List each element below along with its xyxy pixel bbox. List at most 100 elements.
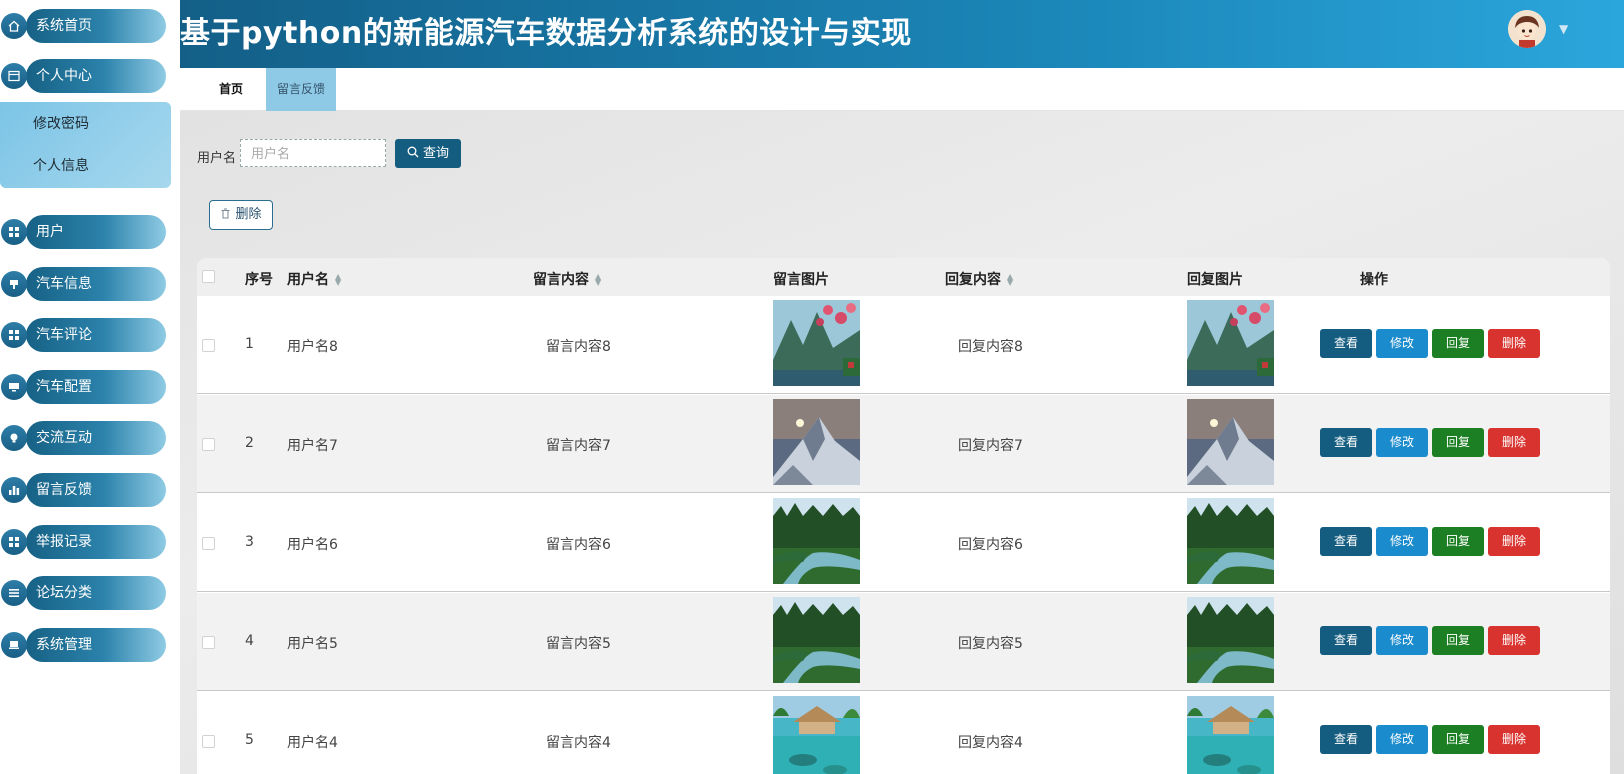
sidebar-item-label: 论坛分类 bbox=[26, 576, 166, 610]
reply-image[interactable] bbox=[1187, 300, 1274, 386]
chevron-down-icon[interactable]: ▼ bbox=[1559, 22, 1568, 36]
edit-button[interactable]: 修改 bbox=[1376, 428, 1428, 457]
row-index: 4 bbox=[245, 633, 254, 649]
bulk-delete-label: 删除 bbox=[235, 207, 262, 222]
app-header: 基于python的新能源汽车数据分析系统的设计与实现 ▼ bbox=[180, 0, 1624, 68]
feedback-table: 序号 用户名 ▲ ▼ 留言内容 ▲ ▼ 留言图片 回复内容 ▲ ▼ 回复图片 操作 1 用户名… bbox=[197, 258, 1610, 774]
profile-submenu: 修改密码 个人信息 bbox=[0, 102, 171, 188]
sidebar-item-system[interactable]: 系统管理 bbox=[0, 628, 166, 662]
sidebar-item-label: 个人中心 bbox=[26, 59, 166, 93]
search-input[interactable] bbox=[240, 139, 386, 167]
app-title: 基于python的新能源汽车数据分析系统的设计与实现 bbox=[180, 16, 912, 51]
sidebar-item-profile[interactable]: 个人中心 bbox=[0, 59, 166, 93]
row-index: 1 bbox=[245, 336, 254, 352]
grid-icon bbox=[1, 219, 27, 245]
reply-image[interactable] bbox=[1187, 597, 1274, 683]
reply-button[interactable]: 回复 bbox=[1432, 626, 1484, 655]
reply-image[interactable] bbox=[1187, 399, 1274, 485]
view-button[interactable]: 查看 bbox=[1320, 725, 1372, 754]
monitor-icon bbox=[1, 374, 27, 400]
tab-feedback[interactable]: 留言反馈 bbox=[266, 68, 336, 111]
sidebar-item-home[interactable]: 系统首页 bbox=[0, 9, 166, 43]
delete-button[interactable]: 删除 bbox=[1488, 725, 1540, 754]
reply-image[interactable] bbox=[1187, 696, 1274, 774]
home-icon bbox=[1, 13, 27, 39]
submenu-personal-info[interactable]: 个人信息 bbox=[33, 155, 89, 175]
row-checkbox[interactable] bbox=[202, 339, 215, 352]
message-image[interactable] bbox=[773, 498, 860, 584]
sort-icon[interactable]: ▲ ▼ bbox=[1007, 273, 1013, 287]
sidebar-item-users[interactable]: 用户 bbox=[0, 215, 166, 249]
tab-bar: 首页 留言反馈 bbox=[180, 68, 1624, 111]
row-index: 3 bbox=[245, 534, 254, 550]
tab-home[interactable]: 首页 bbox=[201, 68, 261, 111]
table-header: 序号 用户名 ▲ ▼ 留言内容 ▲ ▼ 留言图片 回复内容 ▲ ▼ 回复图片 操作 bbox=[197, 258, 1610, 296]
row-content: 留言内容7 bbox=[546, 438, 611, 454]
row-reply: 回复内容4 bbox=[958, 735, 1023, 751]
select-all-checkbox[interactable] bbox=[202, 270, 215, 283]
delete-button[interactable]: 删除 bbox=[1488, 527, 1540, 556]
sidebar-item-label: 交流互动 bbox=[26, 421, 166, 455]
car-info-icon bbox=[1, 271, 27, 297]
row-reply: 回复内容7 bbox=[958, 438, 1023, 454]
sidebar-item-forum-category[interactable]: 论坛分类 bbox=[0, 576, 166, 610]
header-username[interactable]: 用户名 ▲ ▼ bbox=[287, 269, 341, 289]
laptop-icon bbox=[1, 632, 27, 658]
row-checkbox[interactable] bbox=[202, 537, 215, 550]
header-content[interactable]: 留言内容 ▲ ▼ bbox=[533, 269, 601, 289]
reply-button[interactable]: 回复 bbox=[1432, 329, 1484, 358]
sidebar-item-reports[interactable]: 举报记录 bbox=[0, 525, 166, 559]
trash-icon bbox=[221, 208, 230, 219]
view-button[interactable]: 查看 bbox=[1320, 428, 1372, 457]
edit-button[interactable]: 修改 bbox=[1376, 527, 1428, 556]
sidebar-item-label: 系统首页 bbox=[26, 9, 166, 43]
avatar[interactable] bbox=[1508, 10, 1546, 48]
edit-button[interactable]: 修改 bbox=[1376, 626, 1428, 655]
row-checkbox[interactable] bbox=[202, 438, 215, 451]
search-button[interactable]: 查询 bbox=[395, 139, 461, 168]
sidebar-item-car-reviews[interactable]: 汽车评论 bbox=[0, 318, 166, 352]
bulk-delete-button[interactable]: 删除 bbox=[209, 200, 273, 230]
row-index: 5 bbox=[245, 732, 254, 748]
view-button[interactable]: 查看 bbox=[1320, 626, 1372, 655]
sidebar-item-car-config[interactable]: 汽车配置 bbox=[0, 370, 166, 404]
message-image[interactable] bbox=[773, 300, 860, 386]
sidebar: 系统首页 个人中心 修改密码 个人信息 用户 汽车信息 汽车评论 汽车配置 交流… bbox=[0, 0, 180, 774]
sidebar-item-label: 汽车评论 bbox=[26, 318, 166, 352]
sidebar-item-interaction[interactable]: 交流互动 bbox=[0, 421, 166, 455]
sidebar-item-car-info[interactable]: 汽车信息 bbox=[0, 267, 166, 301]
reply-button[interactable]: 回复 bbox=[1432, 527, 1484, 556]
delete-button[interactable]: 删除 bbox=[1488, 329, 1540, 358]
row-checkbox[interactable] bbox=[202, 735, 215, 748]
reply-button[interactable]: 回复 bbox=[1432, 428, 1484, 457]
row-checkbox[interactable] bbox=[202, 636, 215, 649]
row-username: 用户名4 bbox=[287, 735, 338, 751]
sidebar-item-label: 留言反馈 bbox=[26, 473, 166, 507]
edit-button[interactable]: 修改 bbox=[1376, 329, 1428, 358]
sidebar-item-label: 汽车信息 bbox=[26, 267, 166, 301]
delete-button[interactable]: 删除 bbox=[1488, 626, 1540, 655]
sort-icon[interactable]: ▲ ▼ bbox=[595, 273, 601, 287]
header-index: 序号 bbox=[245, 272, 273, 288]
reply-image[interactable] bbox=[1187, 498, 1274, 584]
row-username: 用户名6 bbox=[287, 537, 338, 553]
message-image[interactable] bbox=[773, 597, 860, 683]
row-content: 留言内容5 bbox=[546, 636, 611, 652]
reply-button[interactable]: 回复 bbox=[1432, 725, 1484, 754]
row-username: 用户名5 bbox=[287, 636, 338, 652]
sidebar-item-feedback[interactable]: 留言反馈 bbox=[0, 473, 166, 507]
sort-icon[interactable]: ▲ ▼ bbox=[335, 273, 341, 287]
view-button[interactable]: 查看 bbox=[1320, 329, 1372, 358]
search-icon bbox=[407, 146, 419, 158]
table-row: 2 用户名7 留言内容7 回复内容7 查看 修改 回复 删除 bbox=[197, 395, 1610, 493]
header-reply[interactable]: 回复内容 ▲ ▼ bbox=[945, 269, 1013, 289]
message-image[interactable] bbox=[773, 399, 860, 485]
delete-button[interactable]: 删除 bbox=[1488, 428, 1540, 457]
edit-button[interactable]: 修改 bbox=[1376, 725, 1428, 754]
view-button[interactable]: 查看 bbox=[1320, 527, 1372, 556]
header-content-label: 留言内容 bbox=[533, 272, 589, 288]
header-reply-label: 回复内容 bbox=[945, 272, 1001, 288]
message-image[interactable] bbox=[773, 696, 860, 774]
submenu-change-password[interactable]: 修改密码 bbox=[33, 113, 89, 133]
sidebar-item-label: 汽车配置 bbox=[26, 370, 166, 404]
